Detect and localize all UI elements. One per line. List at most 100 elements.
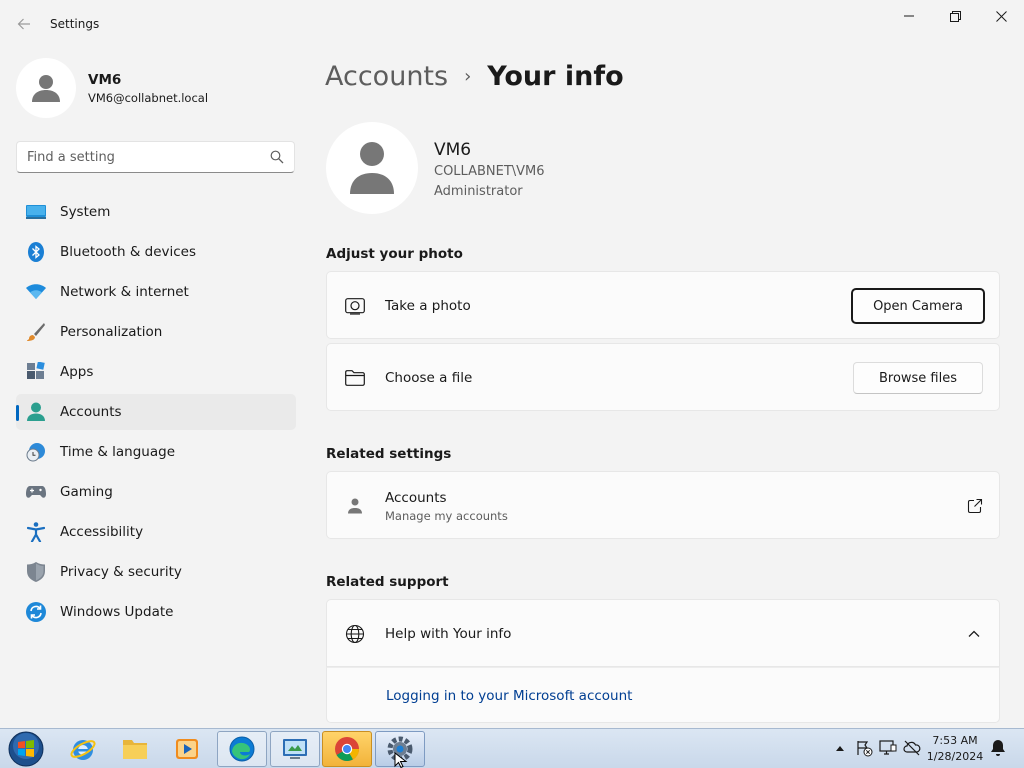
globe-icon [345, 624, 365, 644]
breadcrumb-separator: › [464, 65, 472, 87]
person-icon [26, 402, 46, 422]
close-button[interactable] [978, 0, 1024, 32]
help-your-info-title: Help with Your info [385, 626, 512, 642]
microsoft-account-login-link[interactable]: Logging in to your Microsoft account [386, 688, 632, 704]
section-heading-related-support: Related support [326, 574, 449, 590]
open-camera-button[interactable]: Open Camera [851, 288, 985, 324]
sidebar-item-label: Gaming [60, 484, 113, 500]
related-accounts-title: Accounts [385, 490, 447, 506]
windows-orb-icon [8, 731, 44, 767]
taskbar-control-panel[interactable] [270, 731, 320, 767]
cloud-offline-icon [903, 740, 921, 756]
minimize-button[interactable] [886, 0, 932, 32]
sidebar-item-label: Apps [60, 364, 94, 380]
sidebar-item-label: Windows Update [60, 604, 174, 620]
show-hidden-icons-button[interactable] [831, 739, 849, 757]
bell-icon [991, 740, 1005, 756]
sidebar-profile[interactable]: VM6 VM6@collabnet.local [16, 58, 296, 118]
sidebar-item-gaming[interactable]: Gaming [16, 474, 296, 510]
maximize-button[interactable] [932, 0, 978, 32]
app-title: Settings [50, 17, 100, 31]
clock-time: 7:53 AM [932, 734, 978, 747]
sidebar-item-bluetooth[interactable]: Bluetooth & devices [16, 234, 296, 270]
breadcrumb-parent[interactable]: Accounts [325, 61, 448, 92]
network-monitor-icon [879, 740, 897, 755]
user-info-header: VM6 COLLABNET\VM6 Administrator [326, 122, 926, 218]
chevron-up-icon[interactable] [967, 627, 981, 641]
monitor-icon [26, 202, 46, 222]
taskbar: 7:53 AM 1/28/2024 [0, 728, 1024, 768]
avatar [16, 58, 76, 118]
help-your-info-content: Logging in to your Microsoft account [326, 667, 1000, 723]
sidebar-item-label: Privacy & security [60, 564, 182, 580]
related-accounts-subtitle: Manage my accounts [385, 509, 508, 523]
sidebar-item-system[interactable]: System [16, 194, 296, 230]
take-photo-card: Take a photo Open Camera [326, 271, 1000, 339]
user-name: VM6 [434, 140, 472, 160]
media-player-icon [176, 739, 198, 759]
profile-name: VM6 [88, 72, 122, 88]
sidebar-item-label: Accessibility [60, 524, 144, 540]
back-button[interactable] [12, 12, 36, 36]
taskbar-media-player[interactable] [162, 731, 212, 767]
take-photo-label: Take a photo [385, 298, 471, 314]
internet-explorer-icon [70, 740, 96, 760]
sidebar-item-apps[interactable]: Apps [16, 354, 296, 390]
taskbar-chrome[interactable] [322, 731, 372, 767]
mouse-cursor-icon [394, 752, 408, 768]
camera-icon [345, 296, 365, 316]
user-role: Administrator [434, 184, 523, 199]
section-heading-adjust-photo: Adjust your photo [326, 246, 463, 262]
control-panel-icon [283, 739, 307, 759]
shield-icon [26, 562, 46, 582]
tray-onedrive[interactable] [903, 739, 921, 757]
choose-file-card: Choose a file Browse files [326, 343, 1000, 411]
chrome-icon [335, 737, 359, 762]
update-icon [26, 602, 46, 622]
paintbrush-icon [26, 322, 46, 342]
sidebar-item-label: Accounts [60, 404, 122, 420]
start-button[interactable] [6, 731, 46, 767]
accessibility-icon [26, 522, 46, 542]
sidebar-item-windows-update[interactable]: Windows Update [16, 594, 296, 630]
choose-file-label: Choose a file [385, 370, 473, 386]
page-title: Your info [487, 60, 624, 92]
tray-action-center[interactable] [855, 739, 873, 757]
file-explorer-icon [123, 740, 147, 759]
taskbar-file-explorer[interactable] [110, 731, 160, 767]
taskbar-edge[interactable] [217, 731, 267, 767]
tray-notifications[interactable] [989, 739, 1007, 757]
apps-icon [26, 362, 46, 382]
help-your-info-header[interactable]: Help with Your info [326, 599, 1000, 667]
triangle-up-icon [836, 746, 844, 751]
gamepad-icon [26, 482, 46, 502]
breadcrumb: Accounts › Your info [325, 58, 624, 94]
tray-network[interactable] [879, 739, 897, 757]
clock-date: 1/28/2024 [926, 750, 984, 763]
sidebar-item-personalization[interactable]: Personalization [16, 314, 296, 350]
user-domain: COLLABNET\VM6 [434, 164, 545, 179]
search-input[interactable] [17, 142, 267, 172]
arrow-left-icon [17, 18, 30, 30]
sidebar-item-accessibility[interactable]: Accessibility [16, 514, 296, 550]
sidebar-item-accounts[interactable]: Accounts [16, 394, 296, 430]
related-accounts-card[interactable]: Accounts Manage my accounts [326, 471, 1000, 539]
search-box [16, 141, 295, 173]
taskbar-clock[interactable]: 7:53 AM 1/28/2024 [922, 733, 988, 765]
title-bar: Settings [0, 0, 1024, 48]
browse-files-button[interactable]: Browse files [853, 362, 983, 394]
taskbar-internet-explorer[interactable] [58, 731, 108, 767]
default-user-icon [350, 142, 394, 194]
sidebar-item-label: Network & internet [60, 284, 189, 300]
search-icon[interactable] [270, 150, 284, 164]
folder-icon [345, 368, 365, 388]
sidebar-item-network[interactable]: Network & internet [16, 274, 296, 310]
open-external-icon [967, 498, 983, 514]
restore-icon [949, 10, 961, 22]
sidebar-item-privacy[interactable]: Privacy & security [16, 554, 296, 590]
sidebar-item-time-language[interactable]: Time & language [16, 434, 296, 470]
avatar [326, 122, 418, 214]
globe-clock-icon [26, 442, 46, 462]
sidebar-item-label: Personalization [60, 324, 163, 340]
minimize-icon [904, 15, 914, 17]
